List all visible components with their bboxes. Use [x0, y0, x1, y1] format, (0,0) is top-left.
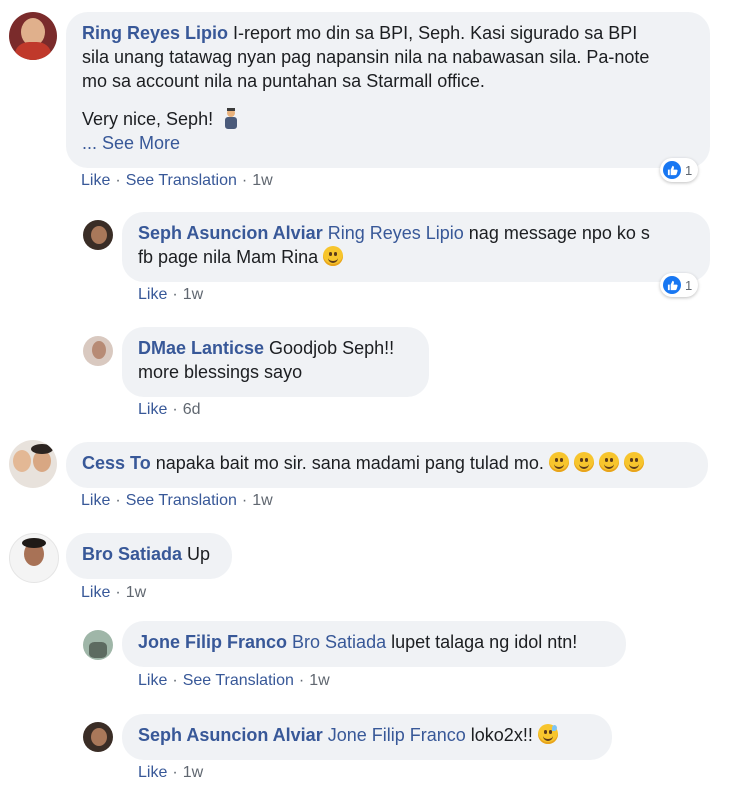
- mention-link[interactable]: Ring Reyes Lipio: [328, 223, 464, 243]
- smile-emoji-icon: [323, 246, 344, 266]
- sweat-smile-emoji-icon: [537, 724, 558, 744]
- author-name[interactable]: Jone Filip Franco: [138, 632, 287, 652]
- like-link[interactable]: Like: [138, 286, 167, 303]
- comment-bubble: Seph Asuncion Alviar Ring Reyes Lipio nag…: [122, 212, 710, 282]
- like-reaction-icon: [663, 276, 681, 294]
- author-name[interactable]: Cess To: [82, 453, 151, 473]
- comment-actions: Like · 1w: [81, 584, 147, 601]
- see-translation-link[interactable]: See Translation: [126, 492, 237, 509]
- avatar[interactable]: [83, 336, 113, 366]
- comment-text: sila unang tatawag nyan pag napansin nil…: [82, 47, 650, 67]
- comment-bubble: DMae Lanticse Goodjob Seph!! more blessin…: [122, 327, 429, 397]
- comment-actions: Like · See Translation · 1w: [81, 492, 273, 509]
- comment-text: nag message npo ko s: [468, 223, 650, 243]
- reaction-count-badge[interactable]: 1: [660, 158, 699, 182]
- avatar[interactable]: [83, 722, 113, 752]
- avatar[interactable]: [83, 220, 113, 250]
- author-name[interactable]: Seph Asuncion Alviar: [138, 725, 323, 745]
- avatar[interactable]: [9, 533, 59, 583]
- comment-text: mo sa account nila na puntahan sa Starma…: [82, 71, 485, 91]
- comment-bubble: Bro Satiada Up: [66, 533, 232, 579]
- comment-text: I-report mo din sa BPI, Seph. Kasi sigur…: [233, 23, 638, 43]
- timestamp[interactable]: 1w: [183, 286, 203, 303]
- comment-text: fb page nila Mam Rina: [138, 247, 319, 267]
- timestamp[interactable]: 1w: [252, 492, 272, 509]
- comment-text: loko2x!!: [470, 725, 533, 745]
- avatar[interactable]: [83, 630, 113, 660]
- comment-text: lupet talaga ng idol ntn!: [391, 632, 578, 652]
- comment-bubble: Cess To napaka bait mo sir. sana madami p…: [66, 442, 708, 488]
- see-translation-link[interactable]: See Translation: [126, 172, 237, 189]
- author-name[interactable]: Ring Reyes Lipio: [82, 23, 228, 43]
- see-translation-link[interactable]: See Translation: [183, 672, 294, 689]
- grin-emoji-icon: [573, 452, 594, 472]
- person-emoji-icon: [222, 107, 240, 129]
- timestamp[interactable]: 1w: [183, 764, 203, 781]
- avatar[interactable]: [9, 440, 57, 488]
- like-link[interactable]: Like: [81, 584, 110, 601]
- reaction-count: 1: [685, 277, 693, 293]
- comment-bubble: Seph Asuncion Alviar Jone Filip Franco lo…: [122, 714, 612, 760]
- like-link[interactable]: Like: [138, 672, 167, 689]
- reaction-count: 1: [685, 162, 693, 178]
- timestamp[interactable]: 6d: [183, 401, 201, 418]
- comment-text: Goodjob Seph!!: [269, 338, 395, 358]
- avatar[interactable]: [9, 12, 57, 60]
- mention-link[interactable]: Jone Filip Franco: [328, 725, 466, 745]
- like-link[interactable]: Like: [138, 401, 167, 418]
- comment-bubble: Ring Reyes Lipio I-report mo din sa BPI, …: [66, 12, 710, 168]
- see-more-link[interactable]: ... See More: [82, 133, 180, 153]
- comment-text: more blessings sayo: [138, 362, 303, 382]
- like-reaction-icon: [663, 161, 681, 179]
- mention-link[interactable]: Bro Satiada: [292, 632, 386, 652]
- like-link[interactable]: Like: [81, 172, 110, 189]
- comment-actions: Like · See Translation · 1w: [81, 172, 273, 189]
- comment-actions: Like · 6d: [138, 401, 201, 418]
- author-name[interactable]: Bro Satiada: [82, 544, 182, 564]
- timestamp[interactable]: 1w: [309, 672, 329, 689]
- reaction-count-badge[interactable]: 1: [660, 273, 699, 297]
- grin-emoji-icon: [598, 452, 619, 472]
- like-link[interactable]: Like: [138, 764, 167, 781]
- timestamp[interactable]: 1w: [126, 584, 146, 601]
- comment-text: napaka bait mo sir. sana madami pang tul…: [155, 453, 544, 473]
- author-name[interactable]: Seph Asuncion Alviar: [138, 223, 323, 243]
- comment-actions: Like · See Translation · 1w: [138, 672, 330, 689]
- author-name[interactable]: DMae Lanticse: [138, 338, 264, 358]
- comment-text: Very nice, Seph!: [82, 109, 214, 129]
- comment-actions: Like · 1w: [138, 764, 204, 781]
- timestamp[interactable]: 1w: [252, 172, 272, 189]
- grin-emoji-icon: [623, 452, 644, 472]
- comment-text: Up: [187, 544, 211, 564]
- comment-bubble: Jone Filip Franco Bro Satiada lupet talag…: [122, 621, 626, 667]
- like-link[interactable]: Like: [81, 492, 110, 509]
- grin-emoji-icon: [548, 452, 569, 472]
- comment-actions: Like · 1w: [138, 286, 204, 303]
